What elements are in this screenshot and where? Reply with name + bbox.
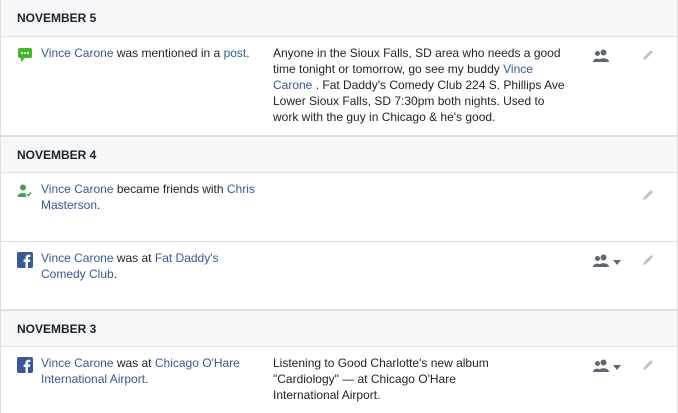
activity-entry: Vince Carone was at Chicago O'Hare Inter…: [1, 347, 677, 413]
entry-suffix: .: [113, 267, 118, 281]
activity-entry: Vince Carone was at Fat Daddy's Comedy C…: [1, 242, 677, 310]
entry-summary: Vince Carone was mentioned in a post.: [41, 45, 256, 61]
activity-entry: Vince Carone became friends with Chris M…: [1, 173, 677, 242]
date-header: NOVEMBER 3: [1, 310, 677, 347]
entry-verb: was at: [113, 251, 155, 265]
entry-suffix: .: [246, 46, 250, 60]
detail-text-post: . Fat Daddy's Comedy Club 224 S. Phillip…: [273, 78, 565, 124]
detail-text: Listening to Good Charlotte's new album …: [273, 356, 489, 402]
friends-icon: [593, 359, 609, 375]
actor-link[interactable]: Vince Carone: [41, 356, 114, 370]
chevron-down-icon: [613, 259, 621, 265]
entry-detail: Anyone in the Sioux Falls, SD area who n…: [273, 45, 573, 125]
entry-summary: Vince Carone was at Fat Daddy's Comedy C…: [41, 250, 256, 282]
entry-suffix: .: [145, 372, 149, 386]
entry-verb: was mentioned in a: [113, 46, 224, 60]
target-link[interactable]: post: [224, 46, 247, 60]
chevron-down-icon: [613, 364, 621, 370]
entry-summary: Vince Carone was at Chicago O'Hare Inter…: [41, 355, 256, 387]
mention-comment-icon: [17, 47, 33, 63]
entry-suffix: .: [97, 198, 101, 212]
actor-link[interactable]: Vince Carone: [41, 251, 114, 265]
entry-detail: Listening to Good Charlotte's new album …: [273, 355, 513, 403]
entry-summary: Vince Carone became friends with Chris M…: [41, 181, 256, 213]
privacy-selector[interactable]: [593, 49, 609, 65]
edit-pencil-icon[interactable]: [641, 48, 655, 62]
privacy-selector[interactable]: [593, 254, 621, 270]
edit-pencil-icon[interactable]: [641, 358, 655, 372]
edit-pencil-icon[interactable]: [641, 253, 655, 267]
friends-icon: [593, 49, 609, 65]
entry-verb: was at: [113, 356, 155, 370]
actor-link[interactable]: Vince Carone: [41, 182, 114, 196]
actor-link[interactable]: Vince Carone: [41, 46, 114, 60]
entry-verb: became friends with: [113, 182, 227, 196]
edit-pencil-icon[interactable]: [641, 188, 655, 202]
privacy-selector[interactable]: [593, 359, 621, 375]
facebook-icon: [17, 252, 33, 268]
friends-added-icon: [17, 183, 33, 199]
date-header: NOVEMBER 4: [1, 136, 677, 173]
facebook-icon: [17, 357, 33, 373]
date-header: NOVEMBER 5: [1, 0, 677, 37]
friends-icon: [593, 254, 609, 270]
activity-log: NOVEMBER 5 Vince Carone was mentioned in…: [0, 0, 678, 413]
activity-entry: Vince Carone was mentioned in a post. An…: [1, 37, 677, 136]
